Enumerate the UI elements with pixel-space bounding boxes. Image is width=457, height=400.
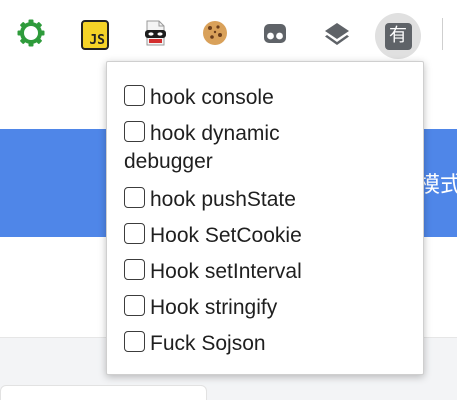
masked-document-icon: [140, 18, 170, 53]
you-extension-icon: 有: [384, 22, 412, 50]
stacked-layers-extension[interactable]: [320, 18, 354, 52]
js-icon-label: JS: [89, 33, 105, 48]
option-fuck-sojson[interactable]: Fuck Sojson: [124, 330, 415, 358]
js-icon: JS: [81, 20, 109, 50]
checkbox[interactable]: [124, 121, 145, 142]
js-extension[interactable]: JS: [78, 18, 112, 52]
extensions-toolbar: JS 有: [0, 0, 457, 64]
option-label: hook console: [150, 86, 274, 109]
option-label: Hook stringify: [150, 296, 278, 319]
cookie-icon: [200, 18, 230, 53]
extension-popup-menu: hook console hook dynamic debugger hook …: [106, 61, 424, 375]
option-label: hook pushState: [150, 188, 296, 211]
incognito-icon: [260, 18, 290, 53]
gear-outline-icon: [16, 18, 46, 53]
toolbar-separator: [442, 18, 443, 50]
option-label: hook dynamic debugger: [124, 122, 280, 173]
checkbox[interactable]: [124, 259, 145, 280]
option-hook-dynamic-debugger[interactable]: hook dynamic debugger: [124, 120, 324, 176]
option-label: Hook setInterval: [150, 260, 302, 283]
page-card: [0, 385, 207, 400]
incognito-extension[interactable]: [258, 18, 292, 52]
option-hook-setinterval[interactable]: Hook setInterval: [124, 258, 415, 286]
masked-document-extension[interactable]: [138, 18, 172, 52]
gear-outline-extension[interactable]: [14, 18, 48, 52]
option-hook-stringify[interactable]: Hook stringify: [124, 294, 415, 322]
option-hook-console[interactable]: hook console: [124, 84, 415, 112]
browser-window: 模式 JS 有 hook console hook dynamic debugg…: [0, 0, 457, 400]
you-extension-icon-label: 有: [389, 25, 407, 46]
checkbox[interactable]: [124, 295, 145, 316]
cookie-extension[interactable]: [198, 18, 232, 52]
checkbox[interactable]: [124, 85, 145, 106]
checkbox[interactable]: [124, 223, 145, 244]
option-label: Fuck Sojson: [150, 332, 266, 355]
option-hook-setcookie[interactable]: Hook SetCookie: [124, 222, 415, 250]
option-label: Hook SetCookie: [150, 224, 302, 247]
checkbox[interactable]: [124, 187, 145, 208]
checkbox[interactable]: [124, 331, 145, 352]
option-hook-pushstate[interactable]: hook pushState: [124, 186, 415, 214]
you-extension[interactable]: 有: [375, 13, 421, 59]
stacked-layers-icon: [322, 18, 352, 53]
